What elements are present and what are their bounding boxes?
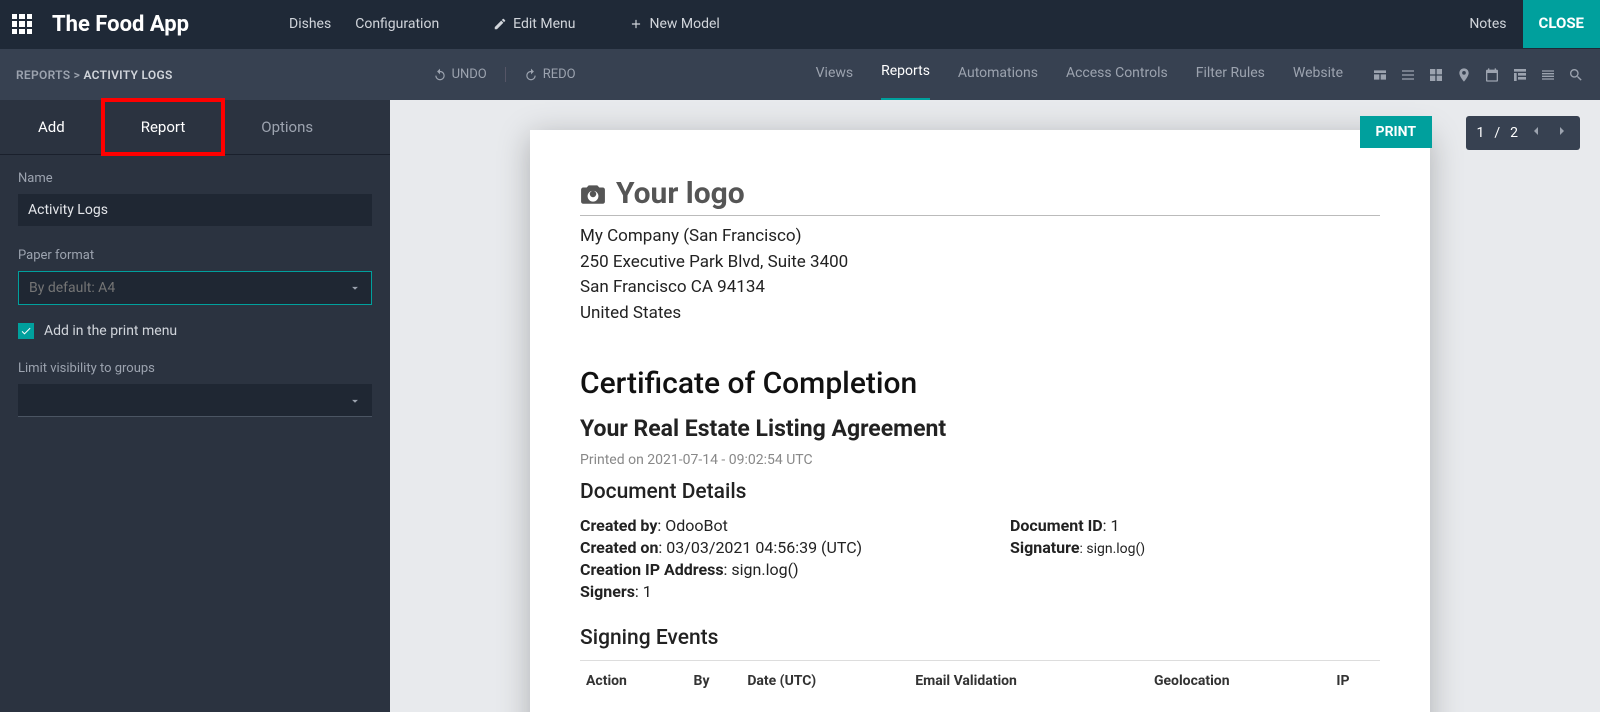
calendar-view-icon[interactable]	[1484, 67, 1500, 83]
pager-prev[interactable]	[1528, 123, 1544, 143]
close-button[interactable]: CLOSE	[1523, 0, 1600, 48]
print-button[interactable]: PRINT	[1360, 116, 1432, 148]
check-icon	[20, 325, 32, 337]
notes-link[interactable]: Notes	[1469, 16, 1506, 32]
nav-new-model-label: New Model	[649, 16, 719, 32]
pager-total: 2	[1510, 125, 1518, 141]
tab-automations[interactable]: Automations	[958, 49, 1038, 101]
company-name: My Company (San Francisco)	[580, 224, 1380, 250]
plus-icon	[629, 17, 643, 31]
redo-button[interactable]: REDO	[524, 67, 576, 82]
col-email: Email Validation	[911, 663, 1148, 699]
company-addr2: San Francisco CA 94134	[580, 275, 1380, 301]
signing-events-table: Action By Date (UTC) Email Validation Ge…	[580, 660, 1380, 701]
kanban-view-icon[interactable]	[1428, 67, 1444, 83]
sidetab-add[interactable]: Add	[0, 100, 103, 154]
print-menu-label: Add in the print menu	[44, 323, 177, 339]
company-country: United States	[580, 301, 1380, 327]
tab-reports[interactable]: Reports	[881, 49, 930, 101]
sidetab-report[interactable]: Report	[103, 100, 224, 154]
redo-icon	[524, 68, 538, 82]
paper-format-label: Paper format	[18, 248, 372, 263]
form-view-icon[interactable]	[1372, 67, 1388, 83]
limit-groups-select[interactable]	[18, 384, 372, 417]
document-preview: Your logo My Company (San Francisco) 250…	[530, 130, 1430, 712]
map-view-icon[interactable]	[1456, 67, 1472, 83]
logo-placeholder: Your logo	[580, 176, 1380, 211]
activity-view-icon[interactable]	[1540, 67, 1556, 83]
pivot-view-icon[interactable]	[1512, 67, 1528, 83]
brand-title: The Food App	[52, 12, 189, 37]
pager: 1 / 2	[1466, 116, 1580, 150]
pencil-icon	[493, 17, 507, 31]
undo-icon	[433, 68, 447, 82]
tab-website[interactable]: Website	[1293, 49, 1343, 101]
col-date: Date (UTC)	[743, 663, 909, 699]
tab-access-controls[interactable]: Access Controls	[1066, 49, 1168, 101]
col-action: Action	[582, 663, 688, 699]
col-ip: IP	[1332, 663, 1378, 699]
sidetab-options[interactable]: Options	[223, 100, 351, 154]
nav-new-model[interactable]: New Model	[629, 16, 719, 32]
tab-views[interactable]: Views	[816, 49, 854, 101]
company-addr1: 250 Executive Park Blvd, Suite 3400	[580, 250, 1380, 276]
apps-icon[interactable]	[12, 14, 32, 34]
doc-details-heading: Document Details	[580, 480, 1380, 504]
nav-edit-menu[interactable]: Edit Menu	[493, 16, 575, 32]
tab-filter-rules[interactable]: Filter Rules	[1196, 49, 1265, 101]
nav-dishes[interactable]: Dishes	[289, 16, 331, 32]
breadcrumb-root[interactable]: REPORTS	[16, 68, 70, 82]
name-label: Name	[18, 171, 372, 186]
nav-configuration[interactable]: Configuration	[355, 16, 439, 32]
col-by: By	[690, 663, 742, 699]
col-geo: Geolocation	[1150, 663, 1330, 699]
list-view-icon[interactable]	[1400, 67, 1416, 83]
breadcrumb-current: ACTIVITY LOGS	[83, 68, 172, 82]
pager-current: 1	[1476, 125, 1484, 141]
nav-edit-menu-label: Edit Menu	[513, 16, 575, 32]
camera-icon	[580, 181, 606, 207]
undo-button[interactable]: UNDO	[433, 67, 487, 82]
search-icon[interactable]	[1568, 67, 1584, 83]
paper-format-select[interactable]	[18, 271, 372, 305]
limit-groups-label: Limit visibility to groups	[18, 361, 372, 376]
breadcrumb: REPORTS > ACTIVITY LOGS	[16, 68, 173, 82]
pager-next[interactable]	[1554, 123, 1570, 143]
cert-subtitle: Your Real Estate Listing Agreement	[580, 415, 1380, 442]
cert-title: Certificate of Completion	[580, 366, 1380, 401]
name-input[interactable]	[18, 194, 372, 226]
signing-events-heading: Signing Events	[580, 626, 1380, 650]
print-menu-checkbox[interactable]	[18, 323, 34, 339]
printed-on: Printed on 2021-07-14 - 09:02:54 UTC	[580, 452, 1380, 468]
